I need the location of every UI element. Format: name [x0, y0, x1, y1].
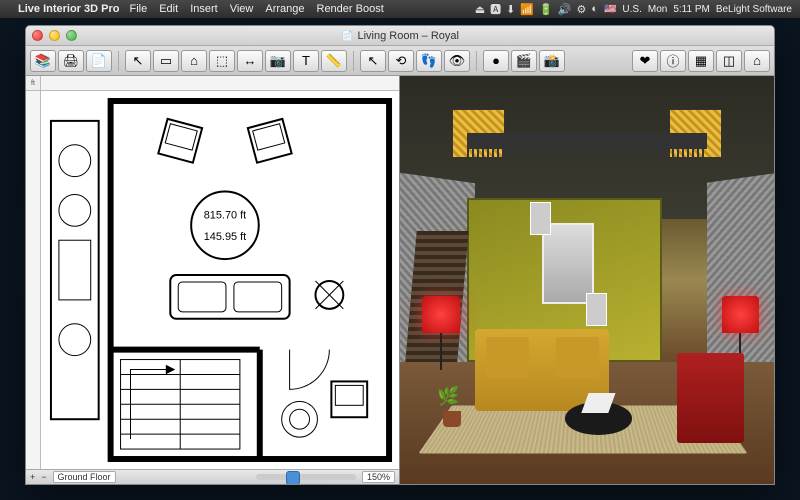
separator: [476, 51, 477, 71]
print-button[interactable]: 🖨: [58, 50, 84, 72]
app-window: Living Room – Royal 📚 🖨 📄 ↖ ▭ ⌂ ⬚ ↔ 📷 T …: [25, 25, 775, 485]
menu-render-boost[interactable]: Render Boost: [317, 3, 384, 15]
favorites-button[interactable]: ❤: [632, 50, 658, 72]
minimize-button[interactable]: [49, 30, 60, 41]
wall-mirror-icon: [542, 223, 594, 305]
toolbar: 📚 🖨 📄 ↖ ▭ ⌂ ⬚ ↔ 📷 T 📏 ↖ ⟲ 👣 👁 ● 🎬 📸 ❤ ⓘ …: [26, 46, 774, 76]
battery-icon[interactable]: 🔋: [539, 3, 553, 16]
dimension-b: 145.95 ft: [204, 231, 247, 243]
separator: [353, 51, 354, 71]
ruler-horizontal[interactable]: [41, 76, 399, 91]
system-menubar: Live Interior 3D Pro File Edit Insert Vi…: [0, 0, 800, 18]
ceiling-tool[interactable]: ⬚: [209, 50, 235, 72]
wall-tool[interactable]: ▭: [153, 50, 179, 72]
export-button[interactable]: 📄: [86, 50, 112, 72]
2d-view-button[interactable]: ▦: [688, 50, 714, 72]
vendor-menu[interactable]: BeLight Software: [716, 4, 792, 15]
close-button[interactable]: [32, 30, 43, 41]
plant-icon: [437, 386, 467, 427]
ruler-unit: ft: [26, 76, 41, 91]
orbit-tool[interactable]: ⟲: [388, 50, 414, 72]
split-view-button[interactable]: ◫: [716, 50, 742, 72]
dimension-a: 815.70 ft: [204, 209, 247, 221]
library-button[interactable]: 📚: [30, 50, 56, 72]
clock-day: Mon: [648, 4, 667, 15]
record-button[interactable]: ●: [483, 50, 509, 72]
menu-arrange[interactable]: Arrange: [265, 3, 304, 15]
titlebar[interactable]: Living Room – Royal: [26, 26, 774, 46]
menu-view[interactable]: View: [230, 3, 254, 15]
rendered-room: [400, 76, 774, 484]
input-flag-icon[interactable]: 🇺🇸: [604, 4, 616, 15]
menu-file[interactable]: File: [129, 3, 147, 15]
look-tool[interactable]: 👁: [444, 50, 470, 72]
zoom-slider[interactable]: [256, 474, 356, 480]
dimension-tool[interactable]: ↔: [237, 50, 263, 72]
zoom-dropdown[interactable]: 150%: [362, 471, 395, 483]
download-icon[interactable]: ⬇: [506, 3, 515, 16]
volume-icon[interactable]: 🔊: [558, 3, 572, 16]
plan-statusbar: + − Ground Floor 150%: [26, 469, 399, 484]
font-icon[interactable]: 🅰: [490, 1, 501, 17]
settings-icon[interactable]: ⚙: [576, 3, 586, 16]
storey-dropdown[interactable]: Ground Floor: [53, 471, 116, 483]
traffic-lights: [32, 30, 77, 41]
plan-canvas[interactable]: 815.70 ft 145.95 ft: [41, 91, 399, 469]
floor-lamp-icon: [422, 296, 459, 369]
3d-view-button[interactable]: ⌂: [744, 50, 770, 72]
text-tool[interactable]: T: [293, 50, 319, 72]
room-tool[interactable]: ⌂: [181, 50, 207, 72]
armchair: [677, 353, 744, 443]
ruler-vertical[interactable]: [26, 91, 41, 469]
input-locale[interactable]: U.S.: [622, 4, 641, 15]
menu-edit[interactable]: Edit: [159, 3, 178, 15]
snapshot-button[interactable]: 📸: [539, 50, 565, 72]
zoom-button[interactable]: [66, 30, 77, 41]
content-split: ft: [26, 76, 774, 484]
menu-insert[interactable]: Insert: [190, 3, 218, 15]
clock-time[interactable]: 5:11 PM: [673, 4, 710, 15]
plan-2d-pane[interactable]: ft: [26, 76, 400, 484]
add-storey-button[interactable]: +: [30, 472, 35, 482]
floor-plan-svg[interactable]: 815.70 ft 145.95 ft: [41, 91, 399, 469]
render-3d-pane[interactable]: [400, 76, 774, 484]
walk-tool[interactable]: 👣: [416, 50, 442, 72]
movie-button[interactable]: 🎬: [511, 50, 537, 72]
balcony-rail: [467, 133, 706, 149]
separator: [118, 51, 119, 71]
info-button[interactable]: ⓘ: [660, 50, 686, 72]
coffee-table: [565, 402, 632, 435]
pointer-3d[interactable]: ↖: [360, 50, 386, 72]
display-icon[interactable]: ◐: [591, 3, 598, 15]
camera-tool[interactable]: 📷: [265, 50, 291, 72]
eject-icon[interactable]: ⏏: [475, 3, 485, 16]
remove-storey-button[interactable]: −: [41, 472, 46, 482]
measure-tool[interactable]: 📏: [321, 50, 347, 72]
app-title[interactable]: Live Interior 3D Pro: [18, 3, 119, 15]
window-title: Living Room – Royal: [341, 30, 459, 42]
select-tool[interactable]: ↖: [125, 50, 151, 72]
wifi-icon[interactable]: 📶: [520, 3, 534, 16]
